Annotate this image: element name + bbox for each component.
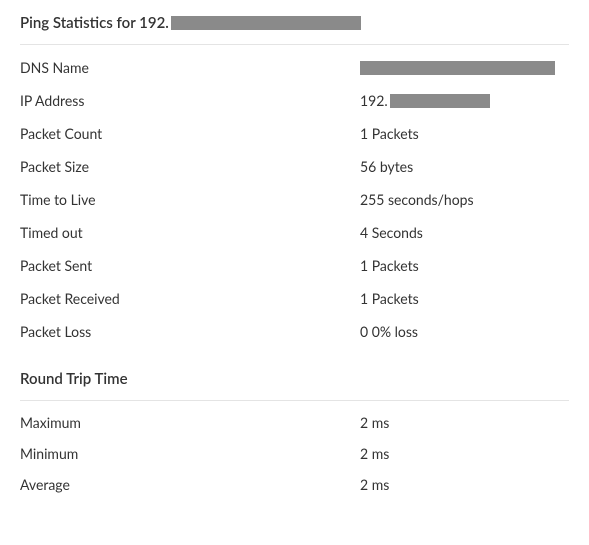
value-packet-count: 1 Packets <box>360 125 569 142</box>
label-packet-received: Packet Received <box>20 290 360 307</box>
row-dns-name: DNS Name <box>20 51 569 84</box>
label-ttl: Time to Live <box>20 191 360 208</box>
row-ip-address: IP Address 192. <box>20 84 569 117</box>
value-packet-size: 56 bytes <box>360 158 569 175</box>
value-packet-received: 1 Packets <box>360 290 569 307</box>
label-rtt-avg: Average <box>20 476 360 493</box>
row-rtt-min: Minimum 2 ms <box>20 438 569 469</box>
value-ip-address: 192. <box>360 92 569 109</box>
row-rtt-max: Maximum 2 ms <box>20 407 569 438</box>
row-ttl: Time to Live 255 seconds/hops <box>20 183 569 216</box>
label-rtt-min: Minimum <box>20 445 360 462</box>
value-dns-name <box>360 61 569 75</box>
value-rtt-avg: 2 ms <box>360 476 569 493</box>
row-packet-sent: Packet Sent 1 Packets <box>20 249 569 282</box>
label-rtt-max: Maximum <box>20 414 360 431</box>
label-packet-loss: Packet Loss <box>20 323 360 340</box>
value-rtt-min: 2 ms <box>360 445 569 462</box>
divider-rtt <box>20 400 569 401</box>
label-timed-out: Timed out <box>20 224 360 241</box>
label-packet-count: Packet Count <box>20 125 360 142</box>
row-timed-out: Timed out 4 Seconds <box>20 216 569 249</box>
row-packet-loss: Packet Loss 0 0% loss <box>20 315 569 348</box>
row-packet-received: Packet Received 1 Packets <box>20 282 569 315</box>
row-packet-size: Packet Size 56 bytes <box>20 150 569 183</box>
ping-stats-heading: Ping Statistics for 192. <box>20 14 569 44</box>
label-ip-address: IP Address <box>20 92 360 109</box>
label-packet-sent: Packet Sent <box>20 257 360 274</box>
value-timed-out: 4 Seconds <box>360 224 569 241</box>
label-packet-size: Packet Size <box>20 158 360 175</box>
redacted-ip-suffix <box>171 16 361 30</box>
redacted-ip-value <box>390 94 490 108</box>
rtt-heading: Round Trip Time <box>20 370 569 400</box>
row-rtt-avg: Average 2 ms <box>20 469 569 500</box>
divider <box>20 44 569 45</box>
value-ttl: 255 seconds/hops <box>360 191 569 208</box>
redacted-dns-value <box>360 61 555 75</box>
ping-stats-heading-text: Ping Statistics for 192. <box>20 14 169 32</box>
ip-prefix: 192. <box>360 92 388 109</box>
label-dns-name: DNS Name <box>20 59 360 76</box>
value-rtt-max: 2 ms <box>360 414 569 431</box>
value-packet-sent: 1 Packets <box>360 257 569 274</box>
value-packet-loss: 0 0% loss <box>360 323 569 340</box>
row-packet-count: Packet Count 1 Packets <box>20 117 569 150</box>
